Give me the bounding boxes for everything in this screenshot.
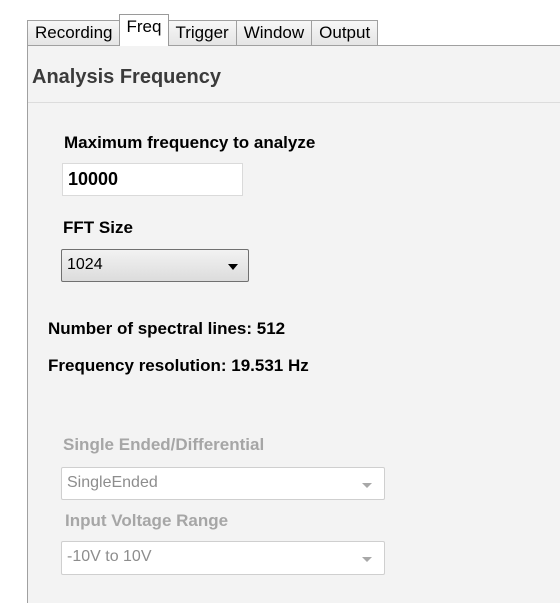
- tab-strip: Recording Freq Trigger Window Output: [27, 14, 379, 46]
- chevron-down-icon: [362, 483, 372, 488]
- frequency-resolution-text: Frequency resolution: 19.531 Hz: [48, 356, 309, 375]
- single-ended-select[interactable]: SingleEnded: [61, 467, 385, 500]
- tab-freq[interactable]: Freq: [118, 14, 170, 46]
- fft-size-select[interactable]: 1024: [61, 249, 249, 282]
- fft-size-label: FFT Size: [63, 218, 133, 237]
- section-title: Analysis Frequency: [32, 66, 221, 88]
- tab-recording[interactable]: Recording: [27, 20, 121, 46]
- single-ended-label: Single Ended/Differential: [63, 435, 265, 454]
- max-frequency-label: Maximum frequency to analyze: [64, 133, 316, 152]
- analyzer-settings-window: Recording Freq Trigger Window Output Ana…: [0, 0, 560, 603]
- tab-output[interactable]: Output: [311, 20, 379, 46]
- max-frequency-input[interactable]: 10000: [62, 163, 243, 196]
- single-ended-value: SingleEnded: [67, 474, 158, 491]
- input-voltage-range-select[interactable]: -10V to 10V: [61, 541, 385, 575]
- tab-window[interactable]: Window: [235, 20, 313, 46]
- freq-tab-panel: Analysis Frequency Maximum frequency to …: [27, 46, 560, 603]
- chevron-down-icon: [362, 557, 372, 562]
- chevron-down-icon: [228, 264, 238, 270]
- spectral-lines-text: Number of spectral lines: 512: [48, 319, 286, 338]
- input-voltage-range-label: Input Voltage Range: [65, 511, 229, 530]
- input-voltage-range-value: -10V to 10V: [67, 548, 152, 565]
- tab-trigger[interactable]: Trigger: [167, 20, 237, 46]
- section-divider: [28, 102, 560, 103]
- fft-size-value: 1024: [67, 256, 103, 273]
